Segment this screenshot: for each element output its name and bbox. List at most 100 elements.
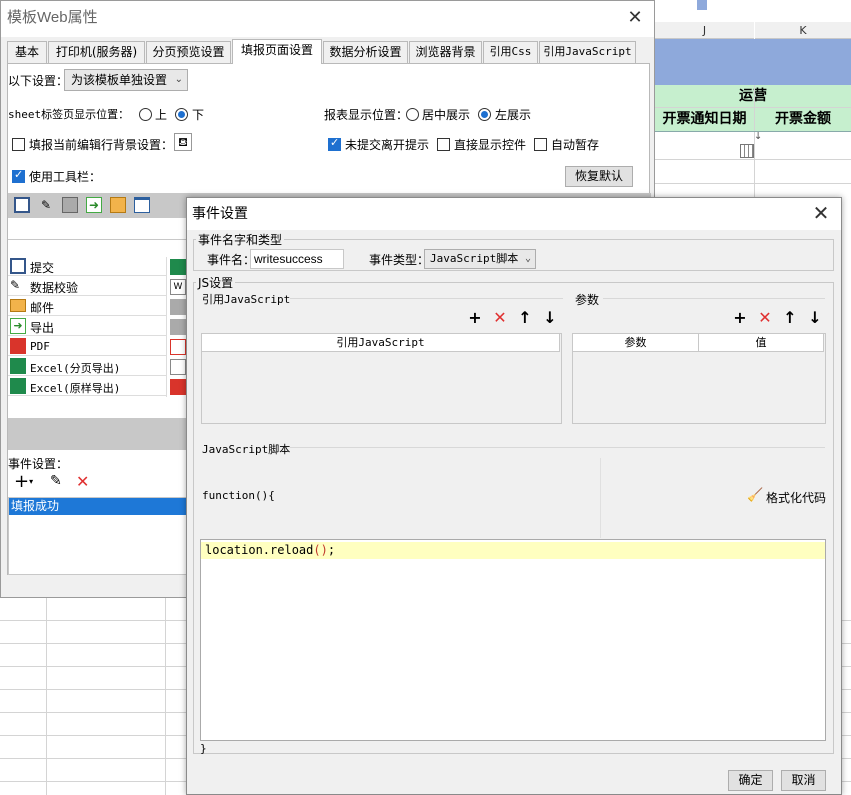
move-down-param-button[interactable]: ↓ (807, 308, 823, 328)
radio-left-label: 左展示 (495, 108, 532, 122)
params-label: 参数 (575, 293, 600, 307)
tab-data-analysis[interactable]: 数据分析设置 (323, 41, 408, 63)
auto-save-checkbox[interactable] (534, 138, 547, 151)
list-item[interactable]: 提交 (8, 257, 188, 276)
calendar-icon[interactable] (740, 144, 754, 158)
code-line[interactable]: location.reload(); (201, 542, 825, 559)
print-icon[interactable] (62, 197, 78, 213)
radio-bottom-label: 下 (192, 108, 205, 122)
toolbar-item-label: 数据校验 (30, 281, 79, 295)
radio-top[interactable] (139, 108, 152, 121)
list-item[interactable]: Excel(分页导出) (8, 357, 188, 376)
edit-event-button[interactable]: ✎ (50, 473, 66, 491)
toolbar-item-label: 导出 (30, 321, 55, 335)
header-cell-invoice-amount[interactable]: 开票金额 (755, 108, 851, 131)
tab-ref-javascript[interactable]: 引用JavaScript (539, 41, 636, 63)
event-type-select[interactable]: JavaScript脚本 ⌄ (424, 249, 536, 269)
tab-page-preview[interactable]: 分页预览设置 (146, 41, 231, 63)
ref-js-label: 引用JavaScript (202, 293, 291, 306)
toolbar-item-label: PDF (30, 340, 50, 353)
blue-header-bar (655, 39, 851, 85)
function-footer: } (200, 742, 207, 755)
bg-setting-checkbox[interactable] (12, 138, 25, 151)
toolbar-items-list: 提交 ✎ 数据校验 邮件 ➜ 导出 PDF Excel(分页导出) Excel(… (8, 257, 188, 397)
excel-icon (10, 378, 26, 394)
header-cell-invoice-date[interactable]: 开票通知日期 (655, 108, 754, 131)
print-icon (170, 319, 186, 335)
event-settings-label: 事件设置： (8, 457, 69, 471)
event-name-input[interactable]: writesuccess (250, 249, 344, 269)
report-position-label: 报表显示位置： (324, 108, 409, 122)
close-icon[interactable]: ✕ (625, 7, 645, 28)
radio-left[interactable] (478, 108, 491, 121)
mail-icon (10, 299, 26, 312)
toolbar-item-label: Excel(原样导出) (30, 382, 121, 395)
move-up-ref-js-button[interactable]: ↑ (517, 308, 533, 328)
list-item[interactable]: Excel(原样导出) (8, 377, 188, 396)
column-header-k[interactable]: K (755, 22, 851, 39)
event-name-label: 事件名： (207, 253, 256, 267)
code-text: location.reload (205, 543, 314, 557)
event-list-item[interactable]: 填报成功 (9, 498, 189, 515)
chevron-down-icon: ⌄ (174, 74, 183, 85)
mail-icon[interactable] (110, 197, 126, 213)
window-icon[interactable] (134, 197, 150, 213)
code-parens: () (313, 543, 328, 557)
tab-ref-css[interactable]: 引用Css (483, 41, 538, 63)
flash-icon (170, 339, 186, 355)
ok-button[interactable]: 确定 (728, 770, 773, 791)
add-ref-js-button[interactable]: + (467, 308, 483, 328)
params-table: 参数 值 (572, 333, 826, 424)
bg-setting-label: 填报当前编辑行背景设置： (29, 138, 174, 152)
move-up-param-button[interactable]: ↑ (782, 308, 798, 328)
format-code-button[interactable]: 🧹 格式化代码 (747, 488, 837, 506)
use-toolbar-checkbox[interactable] (12, 168, 25, 183)
move-down-ref-js-button[interactable]: ↓ (542, 308, 558, 328)
pdf-icon (170, 379, 186, 395)
tab-browser-bg[interactable]: 浏览器背景 (409, 41, 482, 63)
auto-save-label: 自动暂存 (551, 138, 600, 152)
pdf-icon (10, 338, 26, 354)
direct-show-control-checkbox[interactable] (437, 138, 450, 151)
code-editor[interactable]: location.reload(); (200, 539, 826, 741)
js-settings-label: JS设置 (196, 274, 236, 291)
list-item[interactable]: 邮件 (8, 297, 188, 316)
close-icon[interactable]: ✕ (811, 203, 831, 224)
column-header-j[interactable]: J (655, 22, 754, 39)
delete-param-button[interactable]: ✕ (757, 308, 773, 328)
brush-icon: 🧹 (747, 488, 764, 503)
tab-basic[interactable]: 基本 (7, 41, 47, 63)
paint-bucket-icon[interactable]: ⛾ (174, 133, 192, 151)
event-settings-dialog: 事件设置 ✕ 事件名字和类型 事件名： writesuccess 事件类型： J… (186, 197, 842, 795)
settings-select[interactable]: 为该模板单独设置 ⌄ (64, 69, 188, 91)
list-item[interactable]: ➜ 导出 (8, 317, 188, 336)
radio-top-label: 上 (155, 108, 168, 122)
add-event-button[interactable]: +▾ (14, 473, 36, 491)
toolbar-item-label: 邮件 (30, 301, 55, 315)
restore-default-button[interactable]: 恢复默认 (565, 166, 633, 187)
delete-ref-js-button[interactable]: ✕ (492, 308, 508, 328)
unsubmitted-prompt-checkbox[interactable] (328, 136, 341, 151)
add-param-button[interactable]: + (732, 308, 748, 328)
save-icon[interactable] (14, 197, 30, 213)
settings-label: 以下设置： (8, 74, 69, 88)
direct-show-control-label: 直接显示控件 (454, 138, 527, 152)
save-icon (10, 258, 26, 274)
export-icon[interactable]: ➜ (86, 197, 102, 213)
list-item[interactable]: ✎ 数据校验 (8, 277, 188, 296)
group-header-cell[interactable]: 运营 (655, 85, 851, 107)
sheet-tab-position-label: sheet标签页显示位置： (8, 108, 130, 121)
delete-event-button[interactable]: ✕ (76, 472, 92, 491)
pencil-icon[interactable]: ✎ (38, 197, 54, 213)
name-type-group-label: 事件名字和类型 (196, 231, 285, 248)
web-window-title: 模板Web属性 (1, 1, 654, 37)
ref-js-table: 引用JavaScript (201, 333, 562, 424)
tab-fill-page[interactable]: 填报页面设置 (232, 39, 322, 64)
radio-center[interactable] (406, 108, 419, 121)
radio-bottom[interactable] (175, 108, 188, 121)
list-item[interactable]: PDF (8, 337, 188, 356)
export-icon: ➜ (10, 318, 26, 334)
tab-printer[interactable]: 打印机(服务器) (48, 41, 145, 63)
function-header: function(){ (202, 489, 275, 502)
cancel-button[interactable]: 取消 (781, 770, 826, 791)
